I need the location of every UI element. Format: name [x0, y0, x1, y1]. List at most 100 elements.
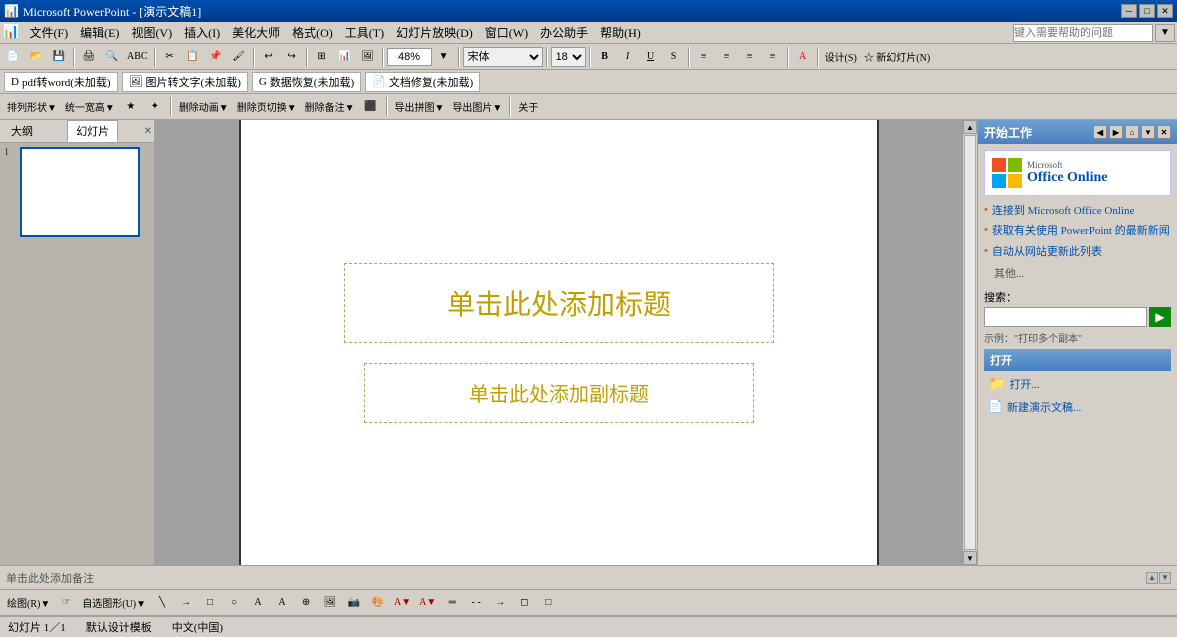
del-trans-btn[interactable]: 删除页切换▼	[234, 96, 300, 118]
font-select[interactable]: 宋体	[463, 47, 543, 67]
menu-window[interactable]: 窗口(W)	[479, 22, 534, 43]
subtitle-placeholder[interactable]: 单击此处添加副标题	[364, 363, 754, 423]
clipart-btn[interactable]: 🖼	[319, 592, 341, 614]
uniform-width-btn[interactable]: 统一宽高▼	[62, 96, 118, 118]
other-link[interactable]: 其他...	[994, 265, 1171, 281]
black-btn[interactable]: ⬛	[360, 96, 382, 118]
panel-close-btn[interactable]: ✕	[1157, 125, 1171, 139]
menu-insert[interactable]: 插入(I)	[178, 22, 226, 43]
menu-view[interactable]: 视图(V)	[125, 22, 178, 43]
menu-edit[interactable]: 编辑(E)	[74, 22, 125, 43]
menu-file[interactable]: 文件(F)	[23, 22, 74, 43]
font-color-draw-btn[interactable]: A▼	[416, 592, 439, 614]
maximize-button[interactable]: □	[1139, 4, 1155, 18]
slide-preview-1[interactable]	[20, 147, 140, 237]
fill-color-btn[interactable]: 🎨	[367, 592, 389, 614]
arrow-style-btn[interactable]: →	[489, 592, 511, 614]
3d-btn[interactable]: □	[537, 592, 559, 614]
help-search-input[interactable]	[1013, 24, 1153, 42]
dash-style-btn[interactable]: - -	[465, 592, 487, 614]
panel-search-go[interactable]: ▶	[1149, 307, 1171, 327]
del-notes-btn[interactable]: 删除备注▼	[302, 96, 358, 118]
notes-bar[interactable]: 单击此处添加备注 ▲ ▼	[0, 565, 1177, 589]
scroll-down-btn[interactable]: ▼	[963, 551, 977, 565]
design-btn[interactable]: 设计(S)	[822, 46, 860, 68]
select-tool-btn[interactable]: ☞	[55, 592, 77, 614]
scroll-thumb[interactable]	[964, 135, 976, 550]
title-placeholder[interactable]: 单击此处添加标题	[344, 263, 774, 343]
menu-slideshow[interactable]: 幻灯片放映(D)	[390, 22, 479, 43]
panel-link-3[interactable]: 自动从网站更新此列表	[984, 245, 1171, 259]
italic-btn[interactable]: I	[617, 46, 639, 68]
tab-slides[interactable]: 幻灯片	[67, 120, 118, 142]
copy-btn[interactable]: 📋	[182, 46, 204, 68]
panel-link-1[interactable]: 连接到 Microsoft Office Online	[984, 204, 1171, 218]
panel-home-btn[interactable]: ⌂	[1125, 125, 1139, 139]
scroll-up-btn[interactable]: ▲	[963, 120, 977, 134]
panel-forward-btn[interactable]: ▶	[1109, 125, 1123, 139]
strikethrough-btn[interactable]: S	[663, 46, 685, 68]
notes-scroll-up[interactable]: ▲	[1146, 572, 1158, 584]
new-file-btn[interactable]: 📄 新建演示文稿...	[984, 398, 1171, 416]
menu-format[interactable]: 格式(O)	[286, 22, 339, 43]
export-img-btn[interactable]: 导出图片▼	[449, 96, 505, 118]
insert-img-btn[interactable]: 📷	[343, 592, 365, 614]
format-painter-btn[interactable]: 🖌	[228, 46, 250, 68]
star-btn[interactable]: ★	[120, 96, 142, 118]
open-btn[interactable]: 📂	[25, 46, 47, 68]
rect-btn[interactable]: □	[199, 592, 221, 614]
align-right-btn[interactable]: ≡	[739, 46, 761, 68]
notes-scroll-down[interactable]: ▼	[1159, 572, 1171, 584]
slide-thumb-1[interactable]: 1	[4, 147, 150, 237]
open-file-btn[interactable]: 📁 打开...	[984, 375, 1171, 394]
diamond-btn[interactable]: ✦	[144, 96, 166, 118]
arrow-btn[interactable]: →	[175, 592, 197, 614]
cut-btn[interactable]: ✂	[159, 46, 181, 68]
help-search-btn[interactable]: ▼	[1155, 24, 1175, 42]
save-btn[interactable]: 💾	[48, 46, 70, 68]
close-button[interactable]: ✕	[1157, 4, 1173, 18]
paste-btn[interactable]: 📌	[205, 46, 227, 68]
line-btn[interactable]: ╲	[151, 592, 173, 614]
about-btn[interactable]: 关于	[515, 96, 541, 118]
font-size-select[interactable]: 18	[551, 47, 586, 67]
redo-btn[interactable]: ↪	[281, 46, 303, 68]
preview-btn[interactable]: 🔍	[101, 46, 123, 68]
zoom-dropdown[interactable]: ▼	[433, 46, 455, 68]
insert-image-btn[interactable]: 🖼	[357, 46, 379, 68]
oval-btn[interactable]: ○	[223, 592, 245, 614]
diagram-btn[interactable]: ⊕	[295, 592, 317, 614]
spell-btn[interactable]: ABC	[124, 46, 151, 68]
insert-chart-btn[interactable]: 📊	[334, 46, 356, 68]
zoom-input[interactable]	[387, 48, 432, 66]
menu-assistant[interactable]: 办公助手	[534, 22, 594, 43]
font-color-btn[interactable]: A	[792, 46, 814, 68]
panel-dropdown-btn[interactable]: ▼	[1141, 125, 1155, 139]
justify-btn[interactable]: ≡	[762, 46, 784, 68]
img-to-text-btn[interactable]: 🖼 图片转文字(未加载)	[122, 72, 248, 92]
autoshape-btn[interactable]: 自选图形(U)▼	[79, 592, 149, 614]
del-anim-btn[interactable]: 删除动画▼	[176, 96, 232, 118]
panel-close-btn[interactable]: ✕	[144, 126, 152, 137]
underline-btn[interactable]: U	[640, 46, 662, 68]
data-recovery-btn[interactable]: G 数据恢复(未加载)	[252, 72, 361, 92]
draw-menu-btn[interactable]: 绘图(R)▼	[4, 592, 53, 614]
menu-tools[interactable]: 工具(T)	[339, 22, 390, 43]
menu-beautify[interactable]: 美化大师	[226, 22, 286, 43]
slide-canvas[interactable]: 单击此处添加标题 单击此处添加副标题	[239, 120, 879, 565]
doc-repair-btn[interactable]: 📄 文档修复(未加载)	[365, 72, 480, 92]
panel-link-2[interactable]: 获取有关使用 PowerPoint 的最新新闻	[984, 224, 1171, 238]
bold-btn[interactable]: B	[594, 46, 616, 68]
slides-panel[interactable]: 1	[0, 143, 154, 565]
export-puzzle-btn[interactable]: 导出拼图▼	[392, 96, 448, 118]
menu-help[interactable]: 帮助(H)	[594, 22, 647, 43]
new-slide-btn[interactable]: ☆ 新幻灯片(N)	[861, 46, 933, 68]
tab-outline[interactable]: 大纲	[2, 120, 42, 142]
undo-btn[interactable]: ↩	[258, 46, 280, 68]
print-btn[interactable]: 🖨	[78, 46, 100, 68]
align-center-btn[interactable]: ≡	[716, 46, 738, 68]
wordart-btn[interactable]: A	[271, 592, 293, 614]
line-color-btn[interactable]: A▼	[391, 592, 414, 614]
insert-table-btn[interactable]: ⊞	[311, 46, 333, 68]
panel-back-btn[interactable]: ◀	[1093, 125, 1107, 139]
